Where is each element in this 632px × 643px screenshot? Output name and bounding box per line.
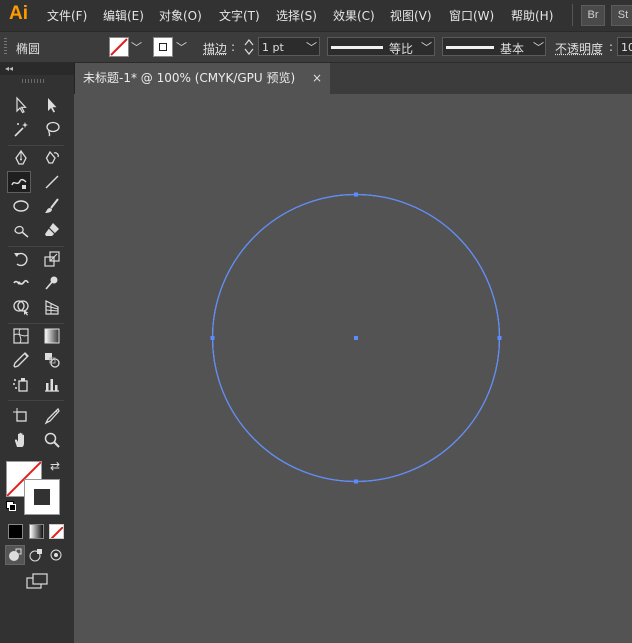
anchor-point-top[interactable] <box>354 192 358 197</box>
draw-behind-icon[interactable] <box>26 545 46 565</box>
eyedropper-tool-icon[interactable] <box>9 349 33 371</box>
stroke-colon: : <box>231 40 236 54</box>
width-tool-icon[interactable] <box>9 272 33 294</box>
rotate-tool-icon[interactable] <box>9 248 33 270</box>
menu-bar: Ai 文件(F) 编辑(E) 对象(O) 文字(T) 选择(S) 效果(C) 视… <box>0 0 632 32</box>
curvature-tool-icon[interactable] <box>40 147 64 169</box>
stroke-label[interactable]: 描边 <box>203 40 227 57</box>
none-mode-button[interactable] <box>49 524 64 539</box>
default-fill-stroke-icon[interactable] <box>6 501 16 511</box>
canvas-area[interactable] <box>74 94 632 643</box>
blob-brush-tool-icon[interactable] <box>9 219 33 241</box>
blend-tool-icon[interactable] <box>40 349 64 371</box>
control-bar-grip[interactable] <box>4 38 7 56</box>
draw-normal-icon[interactable] <box>5 545 25 565</box>
anchor-point-bottom[interactable] <box>354 479 358 484</box>
stroke-color-swatch[interactable] <box>24 479 60 515</box>
document-tab-title: 未标题-1* @ 100% (CMYK/GPU 预览) <box>83 71 296 85</box>
collapse-panel-icon[interactable]: ◂◂ <box>5 63 13 75</box>
stock-button[interactable]: St <box>611 5 632 26</box>
stroke-weight-value: 1 pt <box>262 41 284 54</box>
stroke-swatch[interactable] <box>153 37 173 57</box>
uniform-profile-line-icon <box>331 46 383 49</box>
screen-mode-icon[interactable] <box>24 571 50 591</box>
brush-chevron-icon[interactable]: ﹀ <box>533 39 544 55</box>
anchor-point-left[interactable] <box>210 336 215 340</box>
tools-panel-grip[interactable] <box>22 79 46 83</box>
document-tab[interactable]: 未标题-1* @ 100% (CMYK/GPU 预览) × <box>74 63 330 94</box>
object-type-label: 椭圆 <box>16 42 41 56</box>
line-segment-tool-icon[interactable] <box>40 171 64 193</box>
eraser-tool-icon[interactable] <box>40 219 64 241</box>
fill-swatch[interactable] <box>109 37 129 57</box>
menu-edit[interactable]: 编辑(E) <box>103 7 144 24</box>
symbol-sprayer-tool-icon[interactable] <box>9 373 33 395</box>
pen-tool-icon[interactable] <box>9 147 33 169</box>
none-fill-icon <box>110 38 128 56</box>
close-tab-icon[interactable]: × <box>312 63 322 94</box>
menu-object[interactable]: 对象(O) <box>159 7 202 24</box>
artboard-tool-icon[interactable] <box>9 405 33 427</box>
ellipse-tool-icon[interactable] <box>9 195 33 217</box>
mesh-tool-icon[interactable] <box>9 325 33 347</box>
stroke-hollow-icon <box>34 489 50 505</box>
slice-tool-icon[interactable] <box>40 405 64 427</box>
direct-selection-tool-icon[interactable] <box>40 94 64 116</box>
menu-file[interactable]: 文件(F) <box>47 7 87 24</box>
hand-tool-icon[interactable] <box>9 429 33 451</box>
opacity-value: 10 <box>621 41 632 54</box>
gradient-tool-icon[interactable] <box>40 325 64 347</box>
stroke-weight-chevron-icon[interactable]: ﹀ <box>306 39 317 55</box>
shape-builder-tool-icon[interactable] <box>9 296 33 318</box>
scale-tool-icon[interactable] <box>40 248 64 270</box>
bridge-button[interactable]: Br <box>581 5 605 26</box>
tools-divider <box>8 323 64 324</box>
shaper-tool-icon[interactable] <box>7 171 31 193</box>
tools-panel: ◂◂ ⇄ <box>0 63 75 643</box>
stroke-dropdown-chevron-icon[interactable]: ﹀ <box>176 39 187 55</box>
menu-type[interactable]: 文字(T) <box>219 7 260 24</box>
profile-chevron-icon[interactable]: ﹀ <box>421 39 432 55</box>
tools-divider <box>8 246 64 247</box>
app-logo: Ai <box>9 3 28 24</box>
tools-divider <box>8 145 64 146</box>
stroke-square-icon <box>159 43 167 51</box>
brush-basic-label: 基本 <box>500 42 525 56</box>
opacity-field[interactable]: 10 <box>617 37 632 56</box>
tools-divider <box>8 400 64 401</box>
opacity-colon: : <box>609 40 614 54</box>
menu-window[interactable]: 窗口(W) <box>449 7 494 24</box>
puppet-warp-tool-icon[interactable] <box>40 272 64 294</box>
control-bar: 椭圆 ﹀ ﹀ 描边 : 1 pt ﹀ 等比 ﹀ 基本 ﹀ 不透明度 : 10 <box>0 32 632 63</box>
fill-dropdown-chevron-icon[interactable]: ﹀ <box>131 39 142 55</box>
menu-effect[interactable]: 效果(C) <box>333 7 375 24</box>
tools-panel-header: ◂◂ <box>0 63 74 75</box>
paintbrush-tool-icon[interactable] <box>40 195 64 217</box>
column-graph-tool-icon[interactable] <box>40 373 64 395</box>
swap-fill-stroke-icon[interactable]: ⇄ <box>50 459 60 473</box>
zoom-tool-icon[interactable] <box>40 429 64 451</box>
center-point[interactable] <box>354 336 358 340</box>
menu-divider <box>572 4 573 26</box>
menu-help[interactable]: 帮助(H) <box>511 7 553 24</box>
artwork <box>210 192 502 484</box>
selection-tool-icon[interactable] <box>9 94 33 116</box>
basic-brush-line-icon <box>446 46 494 49</box>
menu-select[interactable]: 选择(S) <box>276 7 317 24</box>
lasso-tool-icon[interactable] <box>40 118 64 140</box>
draw-inside-icon[interactable] <box>46 545 66 565</box>
perspective-grid-tool-icon[interactable] <box>40 296 64 318</box>
opacity-label[interactable]: 不透明度 <box>555 40 603 57</box>
gradient-mode-button[interactable] <box>29 524 44 539</box>
menu-view[interactable]: 视图(V) <box>390 7 432 24</box>
none-icon <box>50 526 63 538</box>
magic-wand-tool-icon[interactable] <box>9 118 33 140</box>
color-mode-button[interactable] <box>8 524 23 539</box>
document-tab-bar: 未标题-1* @ 100% (CMYK/GPU 预览) × <box>74 63 632 94</box>
stroke-stepper-icon[interactable] <box>244 38 254 56</box>
anchor-point-right[interactable] <box>497 336 502 340</box>
profile-uniform-label: 等比 <box>389 42 414 56</box>
